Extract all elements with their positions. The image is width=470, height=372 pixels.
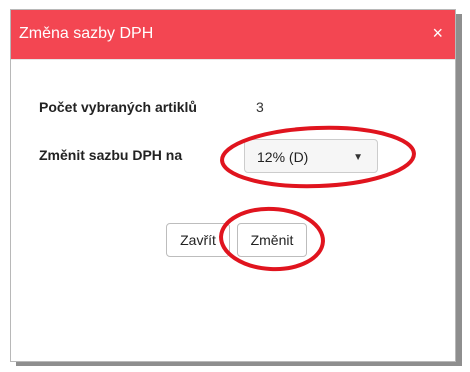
- vat-rate-label: Změnit sazbu DPH na: [39, 147, 183, 163]
- selected-count-value: 3: [256, 99, 264, 115]
- dialog-title: Změna sazby DPH: [19, 25, 154, 42]
- close-icon[interactable]: ×: [432, 23, 443, 43]
- vat-change-dialog: Změna sazby DPH × Počet vybraných artikl…: [10, 9, 456, 362]
- chevron-down-icon: ▼: [353, 152, 363, 163]
- header-divider: [11, 59, 455, 60]
- dialog-header: Změna sazby DPH ×: [11, 10, 455, 59]
- close-button[interactable]: Zavřít: [166, 223, 230, 257]
- vat-rate-select[interactable]: 12% (D) ▼: [244, 139, 378, 173]
- selected-count-label: Počet vybraných artiklů: [39, 99, 197, 115]
- vat-rate-selected-value: 12% (D): [257, 149, 309, 165]
- change-button[interactable]: Změnit: [237, 223, 307, 257]
